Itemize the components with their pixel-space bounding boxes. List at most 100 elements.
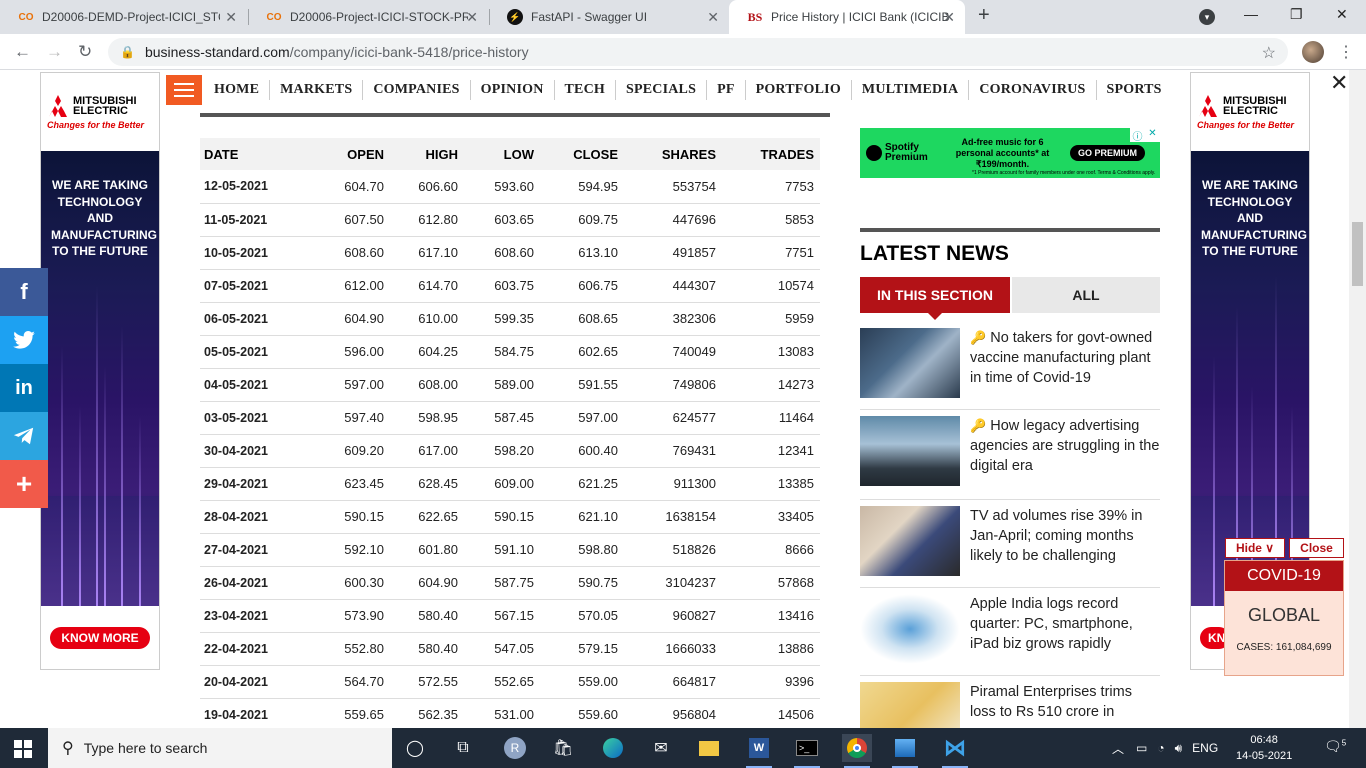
reload-icon[interactable]: ↻ (78, 42, 92, 62)
notifications-icon[interactable]: 🗨5 (1324, 738, 1346, 755)
table-cell: 601.80 (390, 533, 464, 567)
table-cell: 04-05-2021 (200, 368, 306, 402)
telegram-share-icon[interactable] (0, 412, 48, 460)
table-cell: 607.50 (306, 203, 390, 237)
close-tab-icon[interactable]: ✕ (225, 9, 237, 26)
nav-item-pf[interactable]: PF (707, 80, 746, 100)
left-ad-banner[interactable]: MITSUBISHI ELECTRIC Changes for the Bette… (40, 72, 160, 670)
adchoices-icon[interactable]: ⓘ ✕ (1130, 128, 1160, 143)
news-item[interactable]: Apple India logs record quarter: PC, sma… (860, 594, 1160, 676)
avatar[interactable] (1302, 41, 1324, 63)
linkedin-share-icon[interactable]: in (0, 364, 48, 412)
column-header: DATE (200, 138, 306, 170)
table-cell: 609.75 (540, 203, 624, 237)
go-premium-button[interactable]: GO PREMIUM (1070, 145, 1146, 161)
browser-tab-3[interactable]: ⚡ FastAPI - Swagger UI ✕ (489, 0, 729, 34)
forward-icon[interactable]: → (46, 42, 63, 62)
table-cell: 589.00 (464, 368, 540, 402)
mail-icon[interactable]: ✉ (646, 734, 676, 762)
chrome-icon[interactable] (842, 734, 872, 768)
more-share-icon[interactable]: + (0, 460, 48, 508)
facebook-share-icon[interactable]: f (0, 268, 48, 316)
terminal-icon[interactable]: >_ (792, 734, 822, 768)
news-item[interactable]: Piramal Enterprises trims loss to Rs 510… (860, 682, 1160, 728)
close-tab-icon[interactable]: ✕ (943, 9, 955, 26)
covid-close-button[interactable]: Close (1289, 538, 1344, 558)
nav-item-sports[interactable]: SPORTS (1097, 80, 1172, 100)
volume-icon[interactable]: 🔊︎ (1175, 741, 1183, 756)
maximize-button[interactable]: ❐ (1290, 6, 1303, 23)
close-icon[interactable]: ✕ (1330, 70, 1348, 96)
back-icon[interactable]: ← (14, 42, 31, 62)
spotify-ad[interactable]: Spotify Premium Ad-free music for 6 pers… (860, 128, 1160, 178)
covid-widget[interactable]: COVID-19 GLOBAL CASES: 161,084,699 (1224, 560, 1344, 676)
battery-icon[interactable]: ▭ (1136, 741, 1147, 755)
twitter-share-icon[interactable] (0, 316, 48, 364)
new-tab-button[interactable]: + (978, 4, 990, 27)
wifi-icon[interactable]: ◔ (1157, 741, 1164, 755)
close-tab-icon[interactable]: ✕ (466, 9, 478, 26)
table-cell: 769431 (624, 434, 722, 468)
windows-start-icon[interactable] (14, 740, 32, 758)
cortana-icon[interactable]: ◯ (400, 734, 430, 762)
news-item[interactable]: 🔑 How legacy advertising agencies are st… (860, 416, 1160, 500)
table-cell: 622.65 (390, 500, 464, 534)
file-explorer-icon[interactable] (694, 734, 724, 762)
lock-icon[interactable]: 🔒 (120, 45, 135, 59)
table-cell: 584.75 (464, 335, 540, 369)
browser-menu-icon[interactable]: ⋮ (1338, 42, 1354, 62)
minimize-button[interactable]: — (1244, 6, 1258, 22)
nav-item-opinion[interactable]: OPINION (471, 80, 555, 100)
table-cell: 14273 (722, 368, 820, 402)
hamburger-menu-button[interactable] (166, 75, 202, 105)
address-bar[interactable]: 🔒 business-standard.com/company/icici-ba… (108, 38, 1288, 66)
r-app-icon[interactable]: R (500, 734, 530, 762)
edge-icon[interactable] (598, 734, 628, 762)
nav-item-companies[interactable]: COMPANIES (363, 80, 471, 100)
vscode-icon[interactable]: ⋈ (940, 734, 970, 768)
table-row: 29-04-2021 623.45 628.45 609.00 621.25 911300… (200, 467, 820, 501)
browser-tab-2[interactable]: CO D20006-Project-ICICI-STOCK-PRI ✕ (248, 0, 488, 34)
table-cell: 559.65 (306, 698, 390, 728)
table-cell: 07-05-2021 (200, 269, 306, 303)
store-icon[interactable]: 🛍 (548, 734, 578, 762)
table-cell: 5853 (722, 203, 820, 237)
table-cell: 608.65 (540, 302, 624, 336)
know-more-button[interactable]: KNOW MORE (50, 627, 150, 649)
page-scrollbar[interactable] (1349, 70, 1366, 728)
nav-item-specials[interactable]: SPECIALS (616, 80, 708, 100)
covid-hide-button[interactable]: Hide ∨ (1225, 538, 1285, 558)
table-cell: 609.00 (464, 467, 540, 501)
word-icon[interactable]: W (744, 734, 774, 768)
profile-menu-icon[interactable]: ▾ (1199, 9, 1215, 25)
table-cell: 598.20 (464, 434, 540, 468)
bookmark-star-icon[interactable]: ☆ (1262, 43, 1276, 63)
news-item[interactable]: 🔑 No takers for govt-owned vaccine manuf… (860, 328, 1160, 410)
table-cell: 621.10 (540, 500, 624, 534)
nav-item-multimedia[interactable]: MULTIMEDIA (852, 80, 970, 100)
tab-all[interactable]: ALL (1012, 277, 1160, 313)
table-cell: 621.25 (540, 467, 624, 501)
table-cell: 590.75 (540, 566, 624, 600)
tray-chevron-icon[interactable]: ︿ (1112, 740, 1124, 757)
browser-tab-1[interactable]: CO D20006-DEMD-Project-ICICI_STC ✕ (0, 0, 247, 34)
nav-item-markets[interactable]: MARKETS (270, 80, 364, 100)
browser-tab-4-active[interactable]: BS Price History | ICICI Bank (ICICIBA ✕ (729, 0, 965, 34)
close-tab-icon[interactable]: ✕ (707, 9, 719, 26)
premium-key-icon: 🔑 (970, 330, 987, 345)
news-item[interactable]: TV ad volumes rise 39% in Jan-April; com… (860, 506, 1160, 588)
scrollbar-thumb[interactable] (1352, 222, 1363, 286)
tab-in-this-section[interactable]: IN THIS SECTION (860, 277, 1010, 320)
photos-icon[interactable] (890, 734, 920, 768)
taskbar-search[interactable]: ⚲ Type here to search (48, 728, 392, 768)
clock[interactable]: 06:48 14-05-2021 (1236, 732, 1292, 764)
task-view-icon[interactable]: ⧉ (448, 734, 478, 762)
language-indicator[interactable]: ENG (1192, 741, 1218, 755)
mitsubishi-diamonds-icon (49, 94, 67, 117)
nav-item-portfolio[interactable]: PORTFOLIO (746, 80, 852, 100)
nav-item-home[interactable]: HOME (204, 80, 271, 100)
nav-item-coronavirus[interactable]: CORONAVIRUS (969, 80, 1097, 100)
nav-item-tech[interactable]: TECH (555, 80, 616, 100)
close-window-button[interactable]: ✕ (1336, 6, 1348, 23)
clock-date: 14-05-2021 (1236, 750, 1293, 762)
